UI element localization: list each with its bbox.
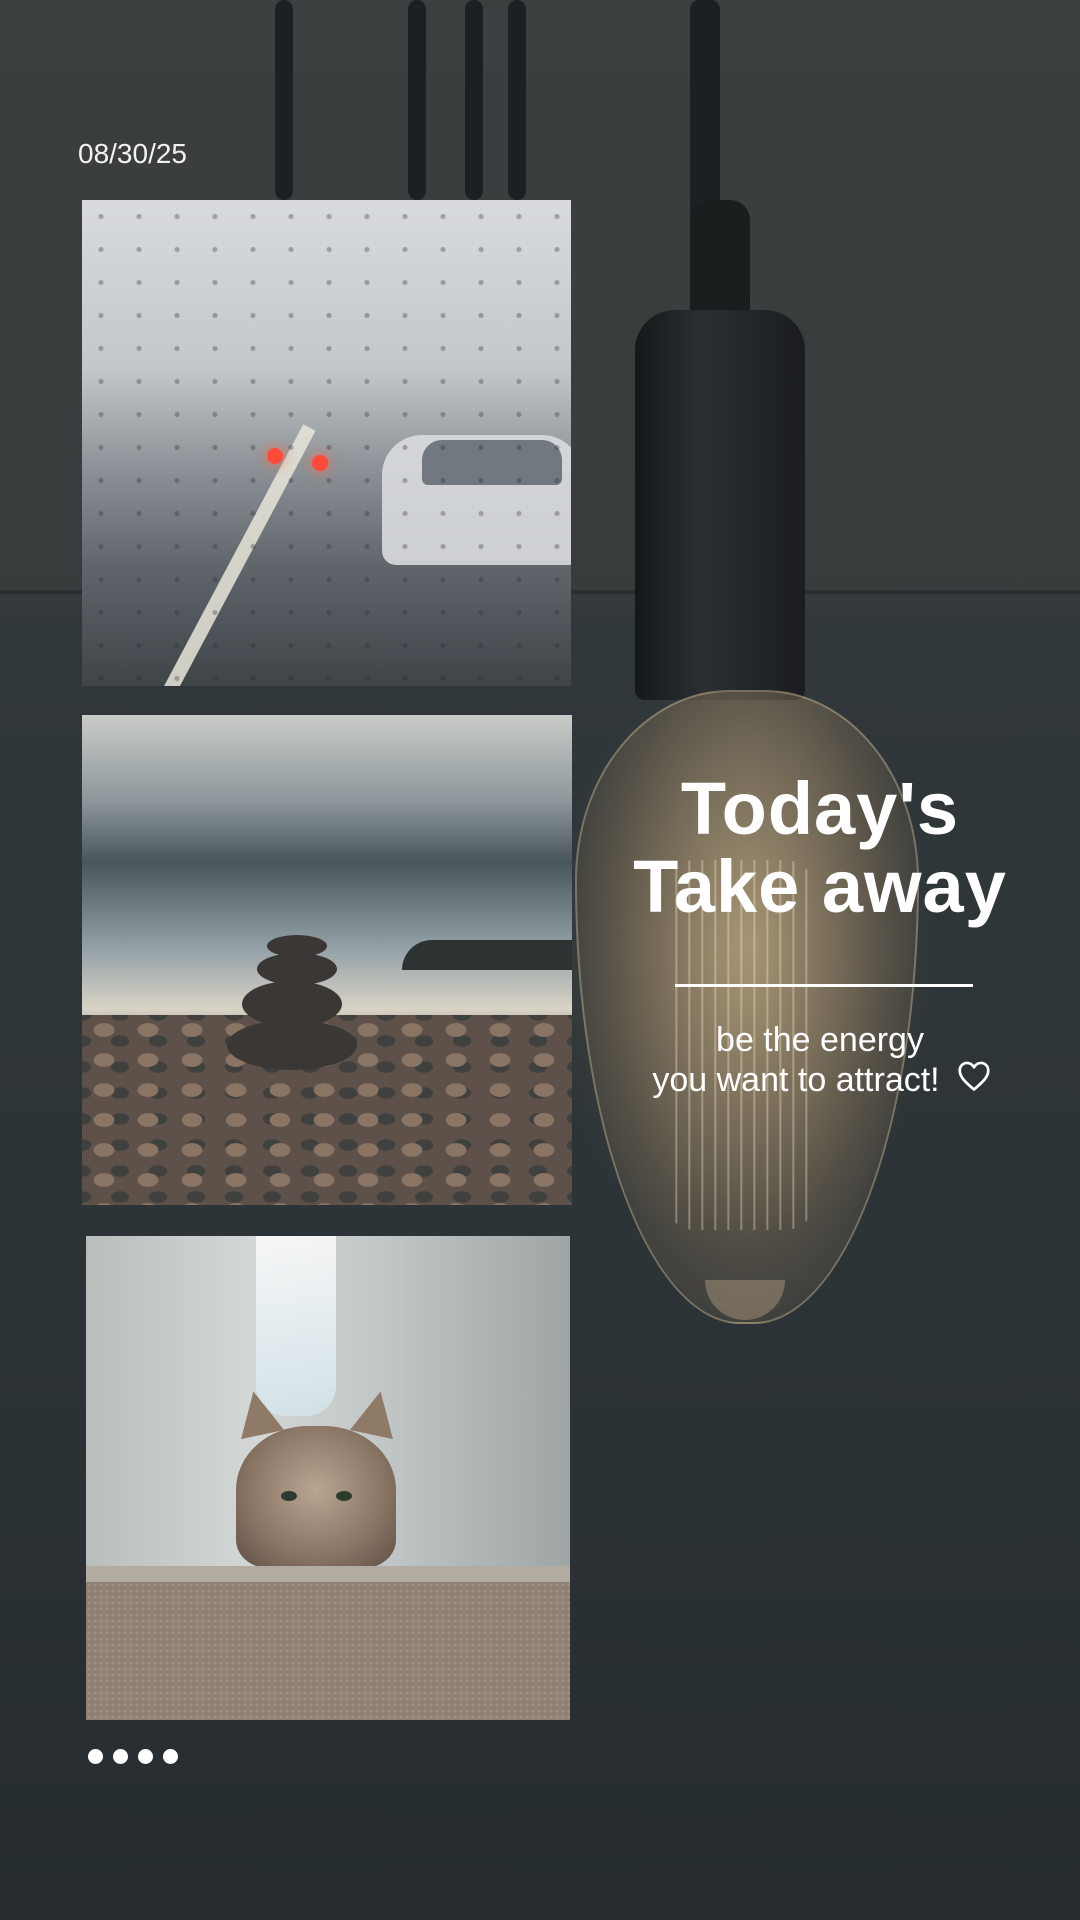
kitten-eye	[336, 1491, 352, 1501]
tagline-line-2: you want to attract!	[652, 1061, 940, 1099]
page-dot	[138, 1749, 153, 1764]
photo-kitten	[86, 1236, 570, 1720]
hanging-cable	[508, 0, 526, 200]
photo-stacked-stones	[82, 715, 572, 1205]
headline-line-1: Today's	[680, 767, 960, 850]
page-dot	[113, 1749, 128, 1764]
tagline-line-1: be the energy	[716, 1021, 924, 1059]
ledge	[86, 1566, 570, 1582]
concrete-wall	[86, 1582, 570, 1720]
hanging-cable	[465, 0, 483, 200]
hanging-cable	[275, 0, 293, 200]
kitten-ear	[349, 1386, 403, 1440]
stone	[227, 1020, 357, 1070]
page-dot	[163, 1749, 178, 1764]
headline-line-2: Take away	[633, 845, 1007, 928]
heart-icon	[958, 1061, 990, 1091]
page-dot	[88, 1749, 103, 1764]
raindrops	[82, 200, 571, 686]
bulb-socket	[635, 310, 805, 700]
headline: Today's Take away	[610, 770, 1030, 926]
hanging-cable	[408, 0, 426, 200]
kitten-eye	[281, 1491, 297, 1501]
divider-line	[675, 984, 973, 987]
kitten	[236, 1426, 396, 1568]
date-label: 08/30/25	[78, 138, 187, 169]
photo-rainy-road	[82, 200, 571, 686]
page-indicator	[88, 1749, 178, 1764]
distant-island	[402, 940, 572, 970]
